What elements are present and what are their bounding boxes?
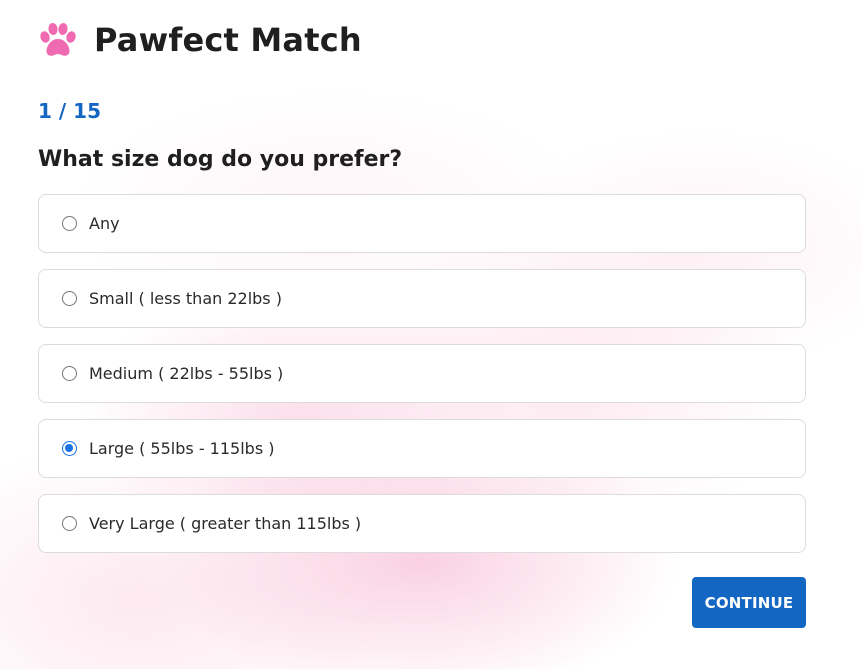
option-small[interactable]: Small ( less than 22lbs ) [38,269,806,328]
option-label: Very Large ( greater than 115lbs ) [89,513,362,533]
brand-title: Pawfect Match [94,21,362,59]
option-label: Any [89,213,120,233]
radio-button[interactable] [62,366,77,381]
progress-indicator: 1 / 15 [38,99,101,123]
size-options: Any Small ( less than 22lbs ) Medium ( 2… [38,194,806,569]
option-medium[interactable]: Medium ( 22lbs - 55lbs ) [38,344,806,403]
option-label: Large ( 55lbs - 115lbs ) [89,438,275,458]
radio-button[interactable] [62,441,77,456]
option-any[interactable]: Any [38,194,806,253]
paw-icon [40,23,76,56]
radio-button[interactable] [62,516,77,531]
continue-button[interactable]: CONTINUE [692,577,806,628]
option-label: Small ( less than 22lbs ) [89,288,282,308]
option-large[interactable]: Large ( 55lbs - 115lbs ) [38,419,806,478]
radio-button[interactable] [62,216,77,231]
option-label: Medium ( 22lbs - 55lbs ) [89,363,284,383]
header: Pawfect Match [38,20,362,60]
option-very-large[interactable]: Very Large ( greater than 115lbs ) [38,494,806,553]
question-title: What size dog do you prefer? [38,147,403,172]
radio-button[interactable] [62,291,77,306]
